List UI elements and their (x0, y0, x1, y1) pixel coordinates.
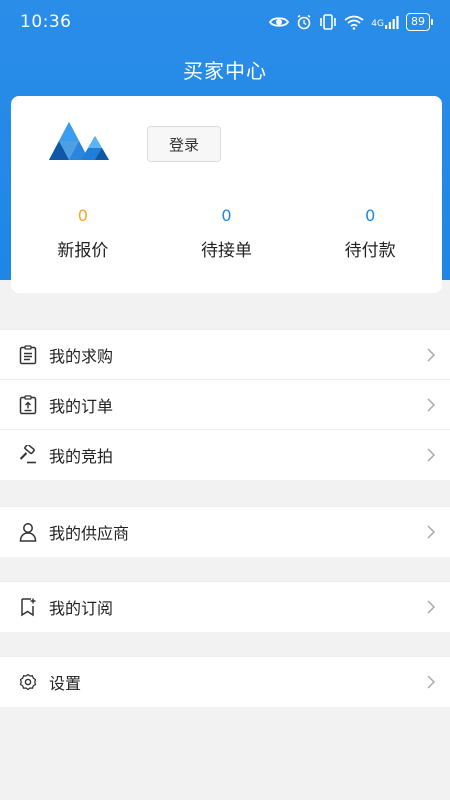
menu-item-suppliers[interactable]: 我的供应商 (0, 507, 450, 557)
bookmark-icon (18, 597, 38, 617)
menu-group-orders: 我的求购 我的订单 我的竞拍 (0, 329, 450, 480)
stat-new-quotes[interactable]: 0 新报价 (11, 204, 155, 261)
status-time: 10:36 (20, 12, 72, 32)
alarm-icon (297, 14, 311, 30)
stat-value: 0 (77, 206, 88, 225)
chevron-right-icon (427, 675, 436, 689)
menu-item-purchases[interactable]: 我的求购 (0, 330, 450, 380)
menu-item-label: 我的求购 (49, 346, 114, 366)
menu-item-subscriptions[interactable]: 我的订阅 (0, 582, 450, 632)
stat-value: 0 (221, 206, 232, 225)
gear-icon (18, 672, 38, 692)
stats-row: 0 新报价 0 待接单 0 待付款 (11, 204, 442, 261)
menu-item-label: 我的竞拍 (49, 447, 114, 466)
stat-value: 0 (365, 206, 376, 225)
clipboard-upload-icon (18, 394, 38, 415)
menu-item-orders[interactable]: 我的订单 (0, 380, 450, 430)
chevron-right-icon (427, 348, 436, 362)
status-icons: 4G 89 (269, 13, 433, 31)
menu-group-suppliers: 我的供应商 (0, 506, 450, 557)
menu-item-auctions[interactable]: 我的竞拍 (0, 430, 450, 480)
menu-item-label: 我的订单 (49, 396, 114, 416)
chevron-right-icon (427, 600, 436, 614)
eye-icon (269, 17, 290, 27)
status-bar: 10:36 4G 89 (0, 0, 450, 44)
chevron-right-icon (427, 448, 436, 462)
chevron-right-icon (427, 525, 436, 539)
gavel-icon (18, 445, 38, 465)
menu-item-label: 设置 (49, 674, 82, 693)
wifi-icon (344, 15, 364, 30)
battery-indicator: 89 (406, 13, 433, 31)
logo-icon (49, 122, 109, 160)
clipboard-list-icon (18, 344, 38, 365)
network-type: 4G (371, 19, 384, 29)
vibrate-icon (320, 14, 337, 30)
page-title: 买家中心 (183, 59, 267, 83)
person-icon (18, 522, 38, 542)
menu-item-label: 我的订阅 (49, 599, 114, 618)
menu-item-label: 我的供应商 (49, 524, 130, 543)
stat-label: 待付款 (344, 241, 396, 261)
menu-group-subscriptions: 我的订阅 (0, 581, 450, 632)
stat-label: 待接单 (201, 241, 252, 261)
account-card: 登录 0 新报价 0 待接单 0 待付款 (11, 96, 442, 293)
stat-pending-acceptance[interactable]: 0 待接单 (155, 204, 299, 261)
stat-pending-payment[interactable]: 0 待付款 (298, 204, 442, 261)
menu-group-settings: 设置 (0, 656, 450, 707)
chevron-right-icon (427, 398, 436, 412)
login-button[interactable]: 登录 (147, 126, 221, 162)
menu-item-settings[interactable]: 设置 (0, 657, 450, 707)
stat-label: 新报价 (57, 241, 109, 261)
cellular-signal-icon: 4G (371, 15, 399, 29)
